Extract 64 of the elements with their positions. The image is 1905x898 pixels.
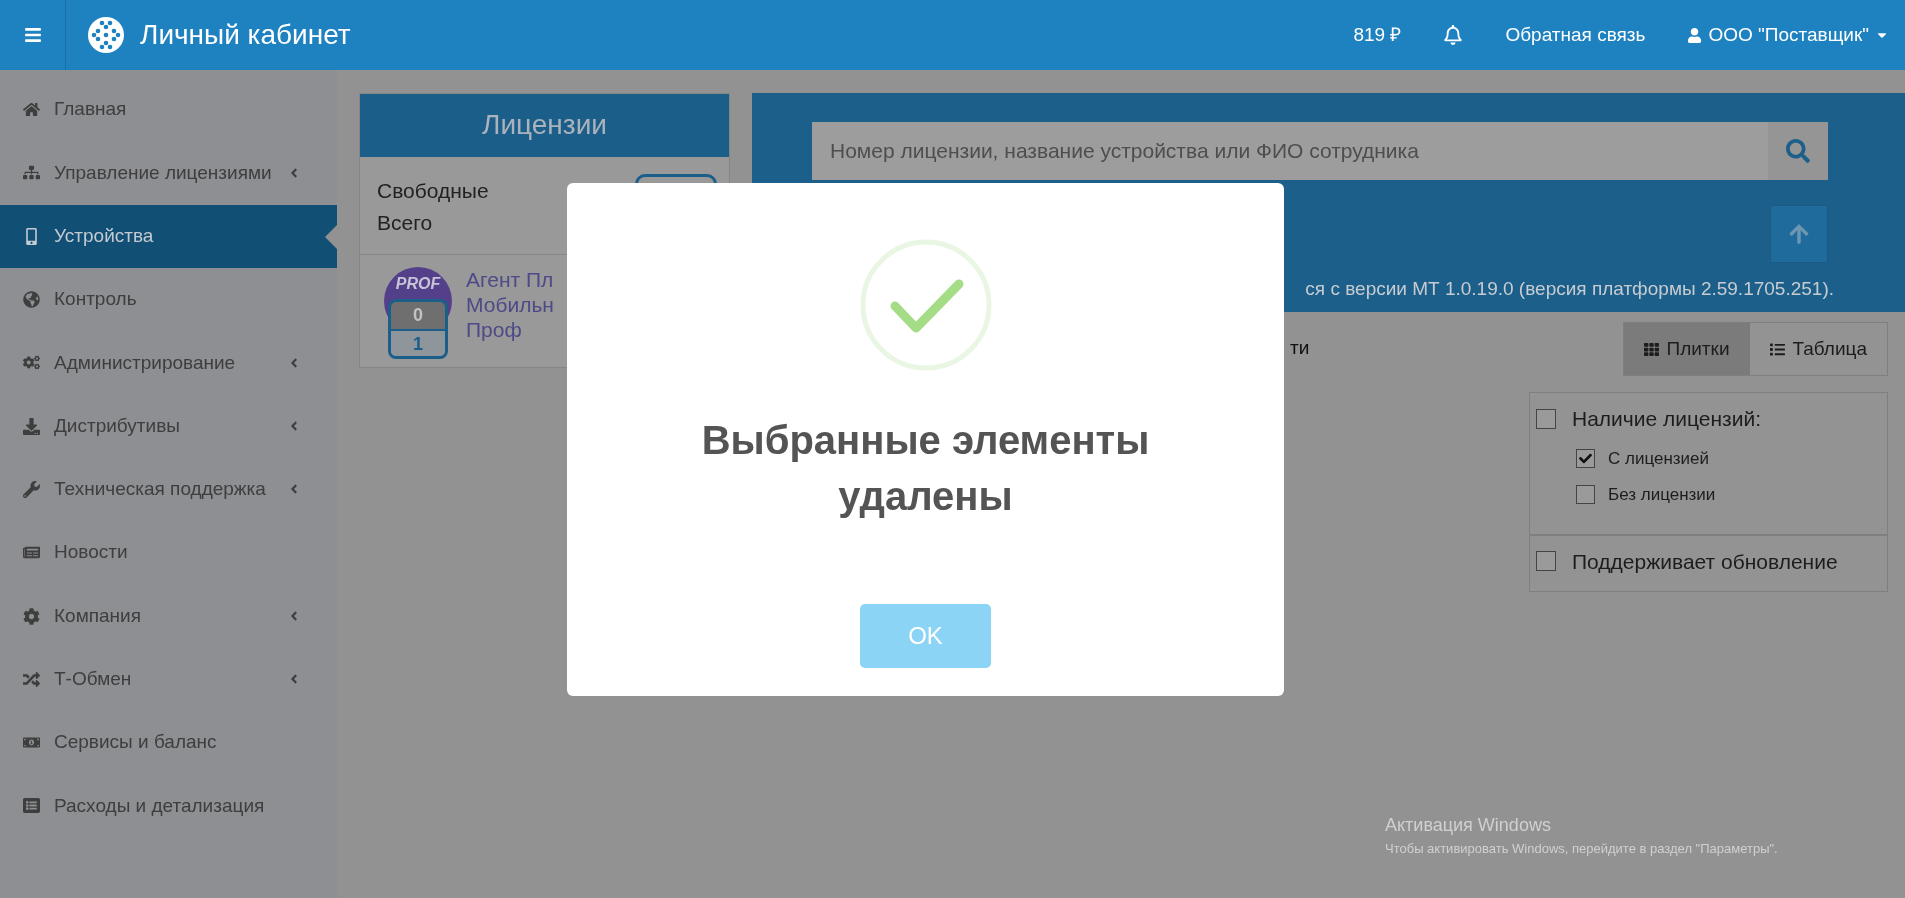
search-icon <box>1786 139 1810 163</box>
summary-label: Всего <box>377 209 434 236</box>
sidebar-item[interactable]: Т-Обмен <box>0 647 337 711</box>
home-icon <box>23 101 40 119</box>
checkbox[interactable] <box>1536 551 1556 572</box>
arrow-up-icon <box>1788 223 1810 245</box>
version-note: ся с версии МТ 1.0.19.0 (версия платформы 2.59.1705.251). <box>1305 277 1834 301</box>
sidebar-item[interactable]: Администрирование <box>0 331 337 395</box>
feedback-link[interactable]: Обратная связь <box>1505 20 1646 50</box>
search-button[interactable] <box>1768 122 1828 180</box>
app-title: Личный кабинет <box>140 18 351 52</box>
filter-label: Поддерживает обновление <box>1572 548 1838 575</box>
filter-option: С лицензией <box>1608 445 1710 471</box>
gears-icon <box>23 354 40 372</box>
sidebar-item[interactable]: Контроль <box>0 267 337 332</box>
menu-icon <box>23 26 42 44</box>
check-icon <box>1579 451 1592 465</box>
license-name[interactable]: Агент Пл <box>466 267 554 292</box>
checkbox[interactable] <box>1576 448 1595 468</box>
list-icon <box>1769 341 1785 357</box>
grid-icon <box>1643 341 1659 357</box>
license-name[interactable]: Проф <box>466 317 554 342</box>
dialog-message: Выбранные элементы удалены <box>700 417 1151 520</box>
account-menu[interactable]: ООО "Поставщик" <box>1687 20 1889 50</box>
license-name[interactable]: Мобильн <box>466 292 554 317</box>
wrench-icon <box>23 480 40 498</box>
settings-icon <box>23 607 40 625</box>
activation-title: Активация Windows <box>1385 814 1552 837</box>
search-input[interactable]: Номер лицензии, название устройства или ФИО сотрудника <box>812 135 1768 167</box>
logo-icon <box>88 17 124 53</box>
download-icon <box>23 417 40 435</box>
filter-option: Без лицензии <box>1608 482 1716 508</box>
sidebar-item[interactable]: Сервисы и баланс <box>0 710 337 775</box>
shuffle-icon <box>23 670 40 688</box>
panel-title: Лицензии <box>482 108 607 143</box>
sidebar-item[interactable]: Главная <box>0 78 337 142</box>
summary-label: Свободные <box>377 177 489 204</box>
sitemap-icon <box>23 164 40 182</box>
sidebar-item[interactable]: Устройства <box>0 204 337 268</box>
filter-label: Наличие лицензий: <box>1572 406 1761 432</box>
total-count: 1 <box>391 329 445 356</box>
activation-text: Чтобы активировать Windows, перейдите в раздел "Параметры". <box>1385 840 1778 858</box>
checkbox[interactable] <box>1576 485 1595 505</box>
free-count: 0 <box>391 302 445 329</box>
partial-text: ти <box>1290 336 1310 360</box>
balance[interactable]: 819 ₽ <box>1353 20 1402 50</box>
phone-icon <box>23 227 40 245</box>
badge-label: PROF <box>395 275 441 293</box>
globe-icon <box>23 291 40 309</box>
sidebar-item[interactable]: Дистрибутивы <box>0 394 337 458</box>
bell-icon[interactable] <box>1443 25 1464 45</box>
sidebar-item[interactable]: Расходы и детализация <box>0 774 337 838</box>
upload-button[interactable] <box>1770 205 1828 263</box>
sidebar-item[interactable]: Компания <box>0 584 337 648</box>
sidebar-item[interactable]: Техническая поддержка <box>0 457 337 522</box>
search-field[interactable]: Номер лицензии, название устройства или ФИО сотрудника <box>812 122 1828 180</box>
active-pointer <box>325 224 337 249</box>
list-icon <box>23 797 40 815</box>
checkbox[interactable] <box>1536 408 1556 429</box>
view-toggle[interactable]: Плитки <box>1623 323 1750 375</box>
success-check-icon <box>858 238 993 372</box>
sidebar-item[interactable]: Управление лицензиями <box>0 141 337 205</box>
user-icon <box>1687 27 1703 43</box>
sidebar-item[interactable]: Новости <box>0 521 337 585</box>
